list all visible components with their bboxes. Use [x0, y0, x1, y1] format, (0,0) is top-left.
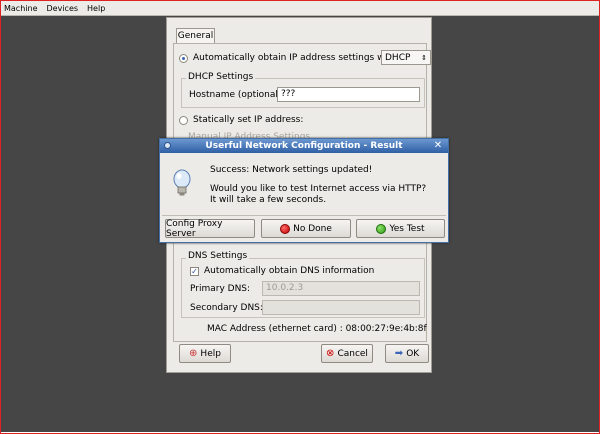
cancel-button-label: Cancel — [337, 348, 368, 359]
window-menu-icon[interactable] — [164, 142, 171, 149]
ok-button[interactable]: ➡ OK — [385, 344, 429, 363]
menu-help[interactable]: Help — [84, 4, 111, 13]
cancel-icon: ⊗ — [326, 348, 335, 359]
combo-arrows-icon: ⇕ — [421, 53, 427, 62]
static-ip-radio[interactable] — [179, 115, 188, 125]
menu-machine[interactable]: Machine — [1, 4, 44, 13]
auto-ip-radio-row[interactable]: Automatically obtain IP address settings… — [179, 53, 399, 63]
yes-test-label: Yes Test — [389, 223, 425, 234]
auto-dns-checkbox[interactable]: ✓ — [190, 266, 199, 276]
auto-ip-label: Automatically obtain IP address settings… — [193, 53, 400, 63]
dialog-separator — [162, 215, 446, 216]
dhcp-group-title: DHCP Settings — [186, 72, 256, 82]
hostname-input[interactable]: ??? — [277, 87, 420, 102]
ok-button-label: OK — [406, 348, 420, 359]
help-button[interactable]: ⊕ Help — [179, 344, 231, 363]
close-icon[interactable]: ✕ — [432, 140, 444, 151]
cancel-button[interactable]: ⊗ Cancel — [321, 344, 373, 363]
dialog-title: Userful Network Configuration - Result — [205, 141, 403, 151]
hostname-label: Hostname (optional): — [189, 90, 285, 100]
ip-mode-combo[interactable]: DHCP ⇕ — [381, 50, 431, 65]
ip-mode-value: DHCP — [385, 52, 411, 63]
success-message: Success: Network settings updated! — [210, 165, 373, 175]
yes-test-button[interactable]: Yes Test — [356, 219, 445, 238]
menubar: Machine Devices Help — [1, 1, 599, 16]
mac-address-text: MAC Address (ethernet card) : 08:00:27:9… — [207, 324, 427, 334]
auto-ip-radio[interactable] — [179, 53, 188, 63]
menu-devices[interactable]: Devices — [44, 4, 85, 13]
red-stop-icon — [280, 223, 291, 234]
lifebuoy-icon: ⊕ — [189, 348, 198, 359]
static-ip-radio-row[interactable]: Statically set IP address: — [179, 115, 303, 125]
config-proxy-label: Config Proxy Server — [166, 218, 223, 239]
lightbulb-icon — [173, 169, 191, 196]
no-done-button[interactable]: No Done — [261, 219, 351, 238]
auto-dns-row[interactable]: ✓ Automatically obtain DNS information — [190, 266, 374, 276]
secondary-dns-input[interactable] — [262, 300, 420, 315]
test-question: Would you like to test Internet access v… — [210, 184, 427, 194]
help-button-label: Help — [200, 348, 221, 359]
no-done-label: No Done — [293, 223, 332, 234]
secondary-dns-label: Secondary DNS: — [190, 303, 263, 313]
primary-dns-label: Primary DNS: — [190, 284, 251, 294]
auto-dns-label: Automatically obtain DNS information — [204, 266, 375, 276]
test-note: It will take a few seconds. — [210, 195, 327, 205]
static-ip-label: Statically set IP address: — [193, 115, 304, 125]
tab-general[interactable]: General — [176, 28, 215, 44]
primary-dns-input[interactable]: 10.0.2.3 — [262, 281, 420, 296]
result-dialog: Userful Network Configuration - Result ✕… — [159, 138, 449, 243]
config-proxy-button[interactable]: Config Proxy Server — [165, 218, 255, 239]
green-go-icon — [376, 223, 387, 234]
ok-arrow-icon: ➡ — [394, 348, 404, 359]
dns-group-title: DNS Settings — [186, 251, 250, 261]
dialog-titlebar[interactable]: Userful Network Configuration - Result ✕ — [160, 139, 448, 153]
